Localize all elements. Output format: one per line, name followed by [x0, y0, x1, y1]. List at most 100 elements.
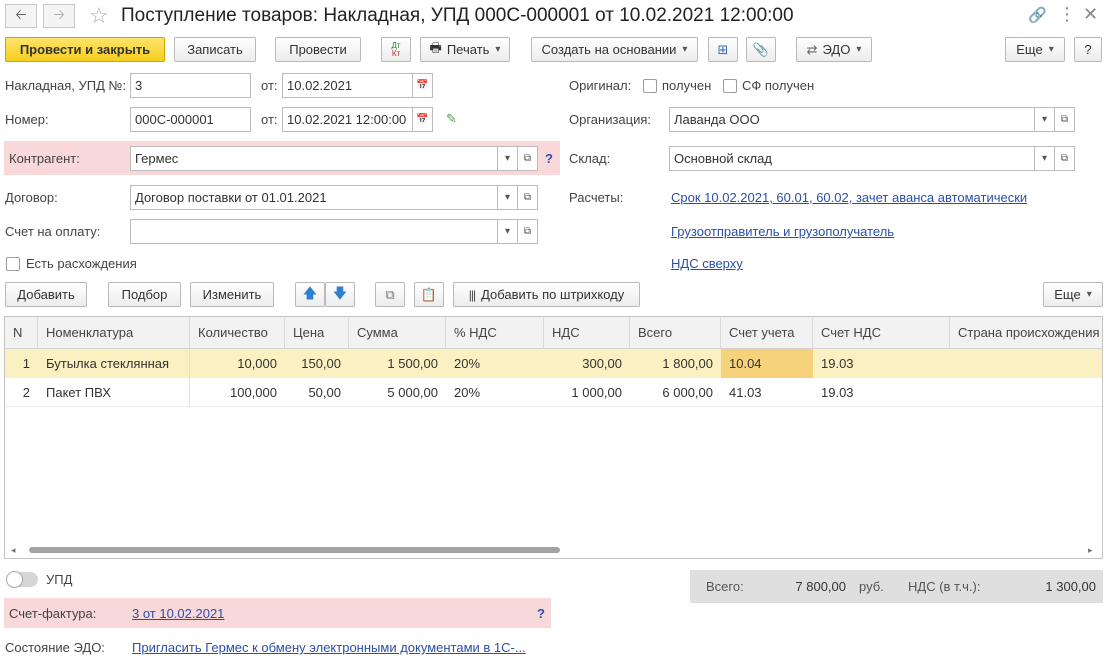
received-checkbox[interactable]	[643, 79, 657, 93]
column-header-n[interactable]: N	[5, 317, 38, 349]
edo-invite-link[interactable]: Пригласить Гермес к обмену электронными …	[132, 640, 526, 656]
column-header-nomenclature[interactable]: Номенклатура	[38, 317, 190, 349]
nomenclature-cell[interactable]: Пакет ПВХ	[38, 378, 190, 407]
structure-button[interactable]: ⊞	[708, 37, 738, 62]
counterparty-dropdown-button[interactable]: ▾	[498, 146, 518, 171]
total-cell[interactable]: 1 800,00	[630, 349, 721, 378]
edit-number-icon[interactable]: ✎	[446, 111, 457, 127]
upd-label: УПД	[46, 572, 73, 587]
account-cell[interactable]: 10.04	[721, 349, 813, 378]
move-down-button[interactable]: 🡇	[325, 282, 355, 307]
create-based-on-button[interactable]: Создать на основании	[531, 37, 698, 62]
price-cell[interactable]: 150,00	[285, 349, 349, 378]
dt-kt-button[interactable]: Дт Кт	[381, 37, 411, 62]
vat-on-top-link[interactable]: НДС сверху	[671, 256, 743, 272]
shipper-consignee-link[interactable]: Грузоотправитель и грузополучатель	[671, 224, 894, 240]
back-button[interactable]: 🡠	[5, 4, 37, 28]
payment-invoice-field[interactable]	[130, 219, 498, 244]
contract-open-button[interactable]: ⧉	[518, 185, 538, 210]
number-date-calendar-button[interactable]: 📅	[413, 107, 433, 132]
sum-cell[interactable]: 5 000,00	[349, 378, 446, 407]
kebab-menu-icon[interactable]: ⋮	[1058, 4, 1076, 24]
edo-button[interactable]: ⇄ ЭДО	[796, 37, 872, 62]
warehouse-dropdown-button[interactable]: ▾	[1035, 146, 1055, 171]
country-cell[interactable]	[950, 349, 1102, 378]
table-row[interactable]: 2 Пакет ПВХ 100,000 50,00 5 000,00 20% 1…	[5, 378, 1102, 407]
paste-button[interactable]: 📋	[414, 282, 444, 307]
post-and-close-button[interactable]: Провести и закрыть	[5, 37, 165, 62]
column-header-country[interactable]: Страна происхождения	[950, 317, 1102, 349]
column-header-account[interactable]: Счет учета	[721, 317, 813, 349]
post-button[interactable]: Провести	[275, 37, 361, 62]
column-header-vat[interactable]: НДС	[544, 317, 630, 349]
paste-icon: 📋	[420, 286, 438, 302]
vat-cell[interactable]: 1 000,00	[544, 378, 630, 407]
counterparty-help[interactable]: ?	[545, 151, 553, 167]
vat-cell[interactable]: 300,00	[544, 349, 630, 378]
scrollbar-thumb[interactable]	[29, 547, 560, 553]
vat-account-cell[interactable]: 19.03	[813, 349, 950, 378]
scroll-left-icon[interactable]: ◂	[11, 546, 16, 555]
invoice-date-calendar-button[interactable]: 📅	[413, 73, 433, 98]
payment-invoice-dropdown-button[interactable]: ▾	[498, 219, 518, 244]
move-up-button[interactable]: 🡅	[295, 282, 325, 307]
total-cell[interactable]: 6 000,00	[630, 378, 721, 407]
copy-button[interactable]: ⧉	[375, 282, 405, 307]
column-header-vat-account[interactable]: Счет НДС	[813, 317, 950, 349]
organization-dropdown-button[interactable]: ▾	[1035, 107, 1055, 132]
total-label: Всего:	[706, 579, 744, 594]
country-cell[interactable]	[950, 378, 1102, 407]
counterparty-open-button[interactable]: ⧉	[518, 146, 538, 171]
quantity-cell[interactable]: 100,000	[190, 378, 285, 407]
column-header-total[interactable]: Всего	[630, 317, 721, 349]
help-button[interactable]: ?	[1074, 37, 1102, 62]
goods-table[interactable]: N Номенклатура Количество Цена Сумма % Н…	[4, 316, 1103, 559]
table-row[interactable]: 1 Бутылка стеклянная 10,000 150,00 1 500…	[5, 349, 1102, 378]
pick-button[interactable]: Подбор	[108, 282, 181, 307]
nomenclature-cell[interactable]: Бутылка стеклянная	[38, 349, 190, 378]
quantity-cell[interactable]: 10,000	[190, 349, 285, 378]
upd-toggle[interactable]	[6, 571, 38, 588]
contract-dropdown-button[interactable]: ▾	[498, 185, 518, 210]
column-header-quantity[interactable]: Количество	[190, 317, 285, 349]
discrepancy-checkbox[interactable]	[6, 257, 20, 271]
column-header-vat-rate[interactable]: % НДС	[446, 317, 544, 349]
invoice-number-field[interactable]: 3	[130, 73, 251, 98]
settlements-link[interactable]: Срок 10.02.2021, 60.01, 60.02, зачет ава…	[671, 190, 1027, 206]
column-header-sum[interactable]: Сумма	[349, 317, 446, 349]
invoice-date-field[interactable]: 10.02.2021	[282, 73, 413, 98]
column-header-price[interactable]: Цена	[285, 317, 349, 349]
price-cell[interactable]: 50,00	[285, 378, 349, 407]
close-icon[interactable]: ✕	[1083, 4, 1098, 24]
invoice-factura-link[interactable]: 3 от 10.02.2021	[132, 606, 224, 622]
counterparty-field[interactable]: Гермес	[130, 146, 498, 171]
save-button[interactable]: Записать	[174, 37, 256, 62]
warehouse-field[interactable]: Основной склад	[669, 146, 1035, 171]
forward-button[interactable]: 🡢	[43, 4, 75, 28]
payment-invoice-open-button[interactable]: ⧉	[518, 219, 538, 244]
sum-cell[interactable]: 1 500,00	[349, 349, 446, 378]
vat-rate-cell[interactable]: 20%	[446, 378, 544, 407]
number-field[interactable]: 000С-000001	[130, 107, 251, 132]
print-button[interactable]: 🖶 Печать	[420, 37, 510, 62]
change-button[interactable]: Изменить	[190, 282, 274, 307]
contract-field[interactable]: Договор поставки от 01.01.2021	[130, 185, 498, 210]
number-date-field[interactable]: 10.02.2021 12:00:00	[282, 107, 413, 132]
sf-received-checkbox[interactable]	[723, 79, 737, 93]
organization-open-button[interactable]: ⧉	[1055, 107, 1075, 132]
organization-field[interactable]: Лаванда ООО	[669, 107, 1035, 132]
link-icon[interactable]: 🔗	[1028, 6, 1047, 24]
invoice-factura-help[interactable]: ?	[537, 606, 545, 622]
add-by-barcode-button[interactable]: ||| Добавить по штрихкоду	[453, 282, 640, 307]
vat-account-cell[interactable]: 19.03	[813, 378, 950, 407]
vat-rate-cell[interactable]: 20%	[446, 349, 544, 378]
horizontal-scrollbar[interactable]	[21, 546, 1081, 554]
more-button[interactable]: Еще	[1005, 37, 1065, 62]
scroll-right-icon[interactable]: ▸	[1088, 546, 1093, 555]
table-more-button[interactable]: Еще	[1043, 282, 1103, 307]
add-row-button[interactable]: Добавить	[5, 282, 87, 307]
warehouse-open-button[interactable]: ⧉	[1055, 146, 1075, 171]
account-cell[interactable]: 41.03	[721, 378, 813, 407]
attach-button[interactable]: 📎	[746, 37, 776, 62]
star-icon[interactable]: ☆	[89, 4, 109, 28]
